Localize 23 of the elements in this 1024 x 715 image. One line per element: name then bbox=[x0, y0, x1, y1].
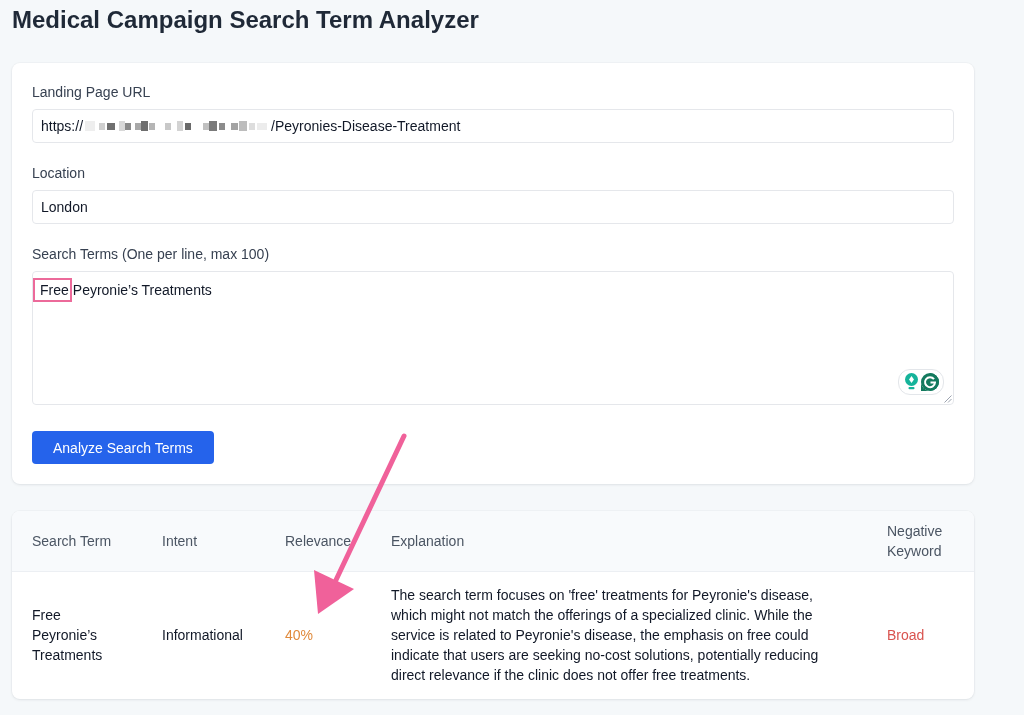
location-field[interactable]: London bbox=[32, 190, 954, 224]
highlighted-word: Free bbox=[33, 278, 72, 302]
search-terms-field[interactable]: Free Peyronie’s Treatments bbox=[32, 271, 954, 405]
analyze-button[interactable]: Analyze Search Terms bbox=[32, 431, 214, 464]
column-header: Explanation bbox=[371, 511, 867, 572]
url-field[interactable]: https:// /Peyronies-Disease-Treatment bbox=[32, 109, 954, 143]
resize-handle-icon[interactable] bbox=[944, 395, 952, 403]
column-header: Intent bbox=[142, 511, 265, 572]
relevance-cell: 40% bbox=[265, 571, 371, 699]
field-label: Landing Page URL bbox=[32, 83, 152, 102]
field-label: Search Terms (One per line, max 100) bbox=[32, 245, 271, 264]
column-header: Search Term bbox=[12, 511, 142, 572]
column-header: Negative Keyword bbox=[867, 511, 974, 572]
writing-assistant-widget[interactable] bbox=[898, 369, 944, 395]
letter-g-icon bbox=[921, 373, 939, 391]
field-label: Location bbox=[32, 164, 86, 183]
column-header: Relevance bbox=[265, 511, 371, 572]
explanation-cell: The search term focuses on 'free' treatments for Peyronie's disease, which might not match the offerings of a specialized clinic. While the service is related to Peyronie's disease, the emphasis on free could indicate that users are seeking no-cost solutions, potentially reducing direct relevance if the clinic does not offer free treatments. bbox=[371, 571, 867, 699]
intent-cell: Informational bbox=[142, 571, 265, 699]
negative-keyword-cell: Broad bbox=[867, 571, 974, 699]
page-title: Medical Campaign Search Term Analyzer bbox=[12, 5, 480, 35]
search-term-cell: Free Peyronie’s Treatments bbox=[12, 571, 142, 699]
lightbulb-icon bbox=[905, 373, 918, 391]
